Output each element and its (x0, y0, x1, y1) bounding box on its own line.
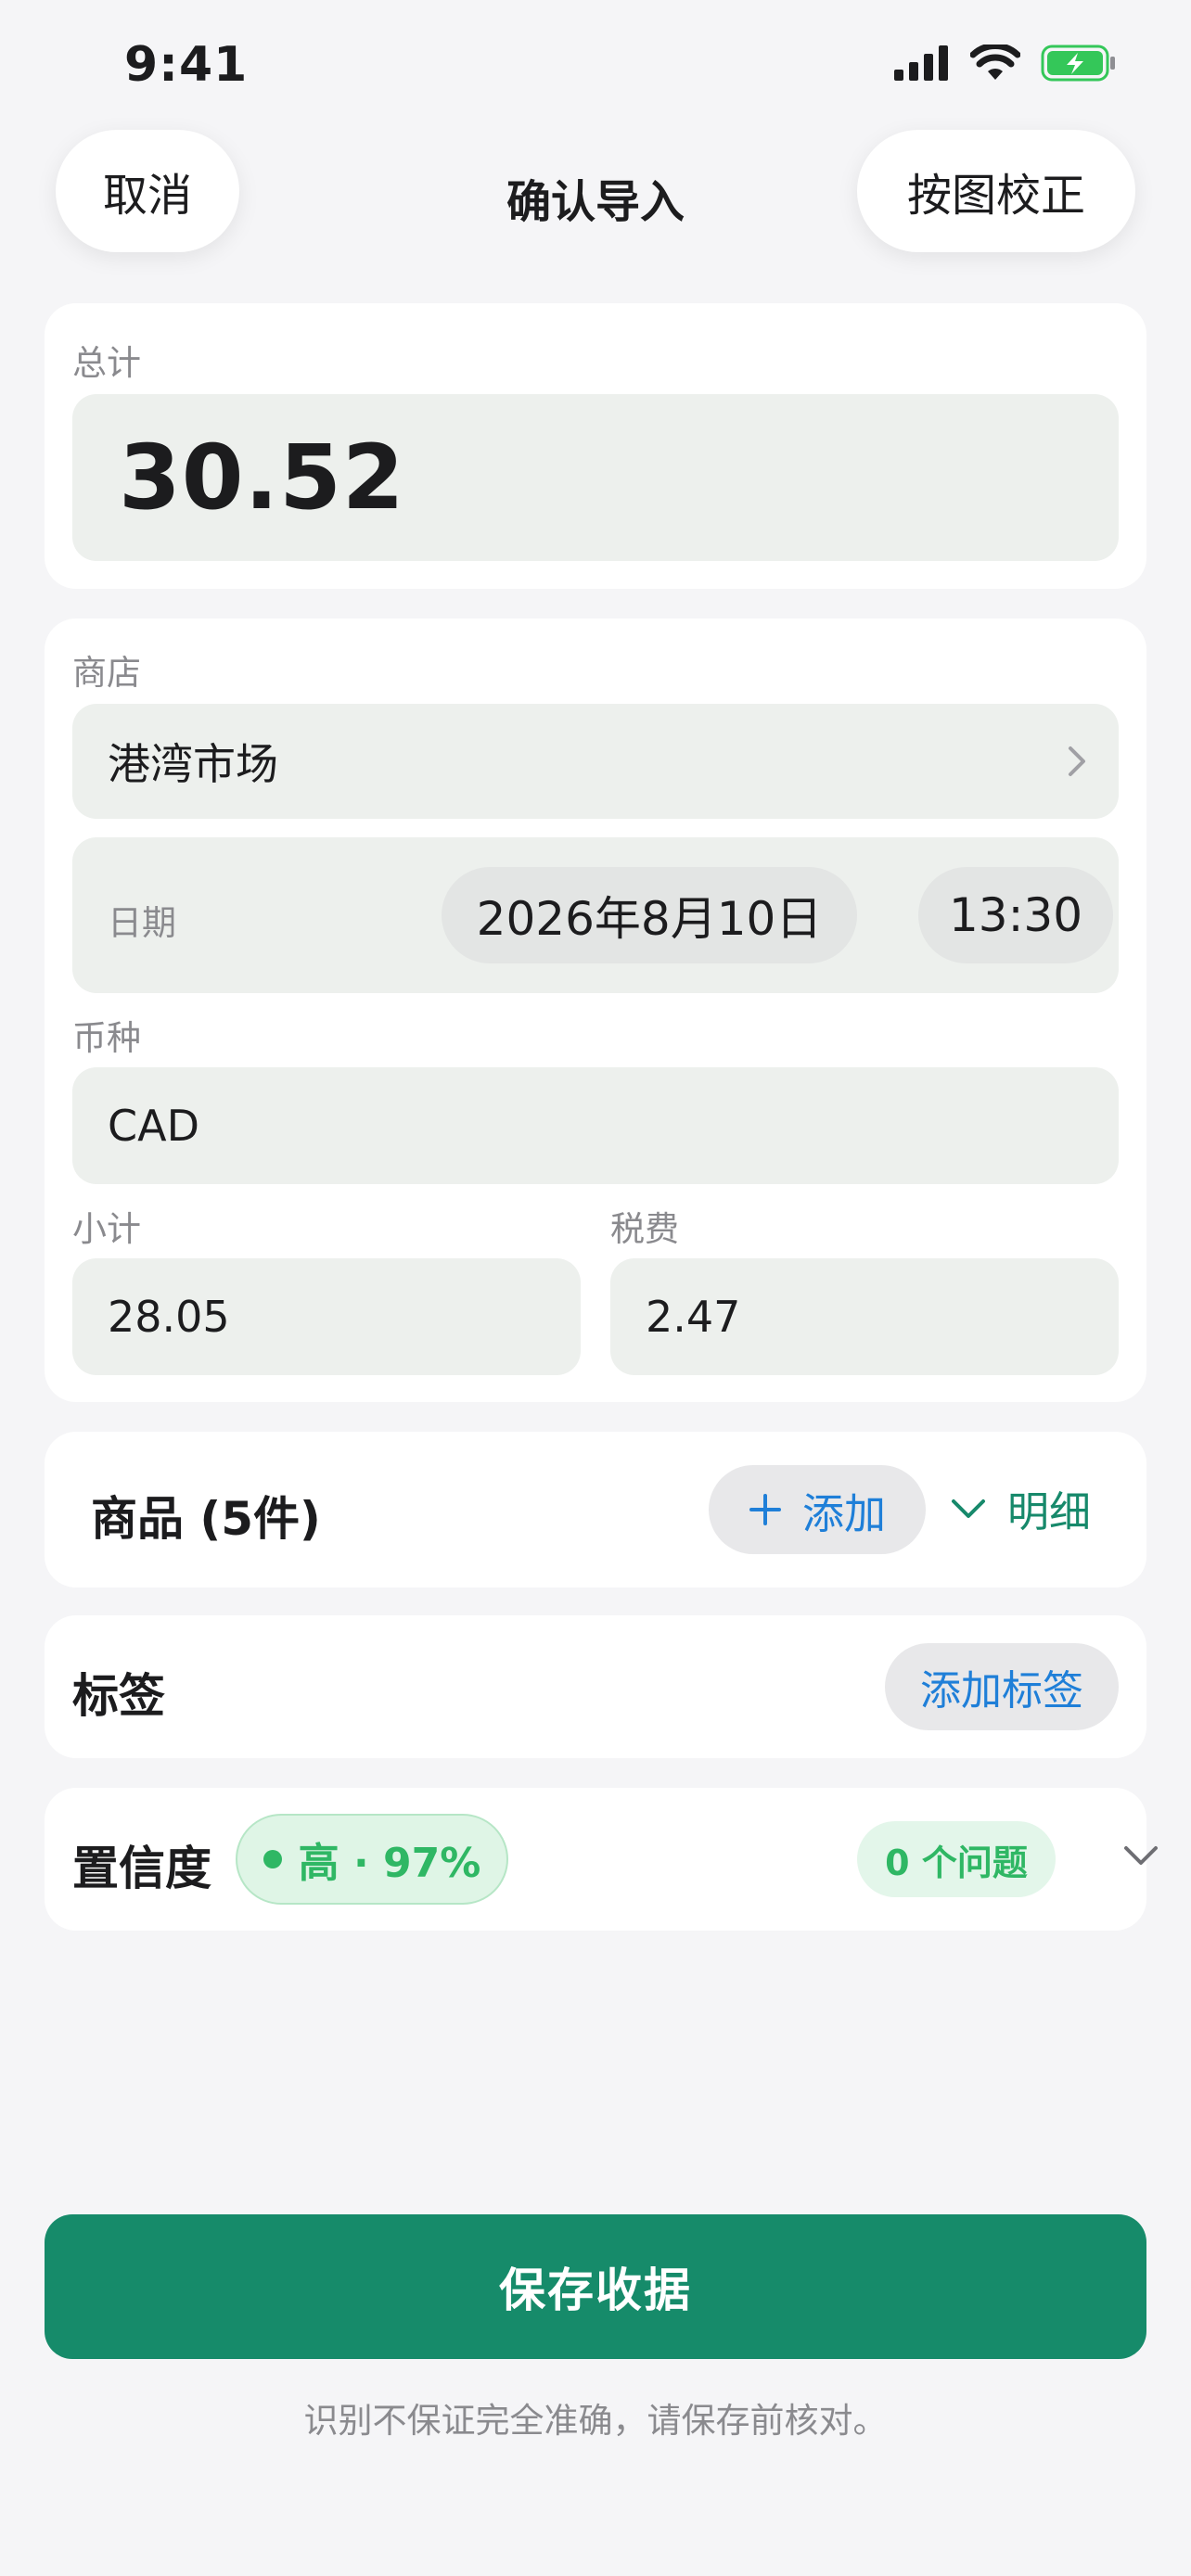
details-label: 明细 (1007, 1487, 1092, 1537)
confidence-card[interactable]: 置信度 高 · 97% 0 个问题 (45, 1788, 1158, 1931)
store-label: 商店 (72, 653, 141, 693)
tax-label: 税费 (610, 1209, 679, 1249)
confidence-level: 高 · 97% (298, 1840, 481, 1887)
tags-card: 标签 添加标签 (45, 1615, 1146, 1758)
add-item-label: 添加 (801, 1488, 886, 1538)
disclaimer-text: 识别不保证完全准确，请保存前核对。 (303, 2401, 888, 2441)
correct-by-image-button[interactable]: 按图校正 (857, 130, 1135, 252)
add-item-button[interactable]: 添加 (709, 1465, 926, 1554)
status-icons (894, 45, 1117, 82)
date-label: 日期 (108, 903, 176, 943)
subtotal-field[interactable]: 28.05 (72, 1258, 581, 1375)
total-field[interactable]: 30.52 (72, 394, 1119, 561)
total-label: 总计 (72, 343, 141, 383)
details-card: 商店 港湾市场 日期 2026年8月10日 13:30 币种 CAD 小计 28… (45, 618, 1146, 1402)
issues-badge: 0 个问题 (857, 1821, 1056, 1897)
currency-label: 币种 (72, 1018, 141, 1058)
currency-field[interactable]: CAD (72, 1067, 1119, 1184)
status-bar: 9:41 (0, 0, 1191, 130)
tax-field[interactable]: 2.47 (610, 1258, 1119, 1375)
chevron-down-icon (952, 1498, 985, 1518)
subtotal-label: 小计 (72, 1209, 141, 1249)
toggle-details-button[interactable]: 明细 (950, 1478, 1091, 1538)
add-tag-button[interactable]: 添加标签 (885, 1643, 1119, 1730)
store-field[interactable]: 港湾市场 (72, 704, 1119, 819)
chevron-right-icon (1069, 746, 1085, 776)
signal-icon (894, 45, 948, 81)
time-picker[interactable]: 13:30 (918, 867, 1113, 963)
tags-title: 标签 (72, 1669, 165, 1723)
store-value: 港湾市场 (108, 739, 278, 789)
items-card: 商品 (5件) 添加 明细 (45, 1432, 1146, 1588)
date-picker[interactable]: 2026年8月10日 (442, 867, 857, 963)
confidence-badge: 高 · 97% (236, 1814, 508, 1905)
status-dot-icon (263, 1850, 282, 1868)
total-card: 总计 30.52 (45, 303, 1146, 589)
save-receipt-button[interactable]: 保存收据 (45, 2214, 1146, 2359)
chevron-down-icon[interactable] (1122, 1843, 1159, 1868)
nav-bar: 取消 确认导入 按图校正 (0, 130, 1191, 255)
total-value: 30.52 (119, 426, 405, 529)
battery-icon (1041, 45, 1115, 82)
tax-value: 2.47 (646, 1292, 741, 1342)
subtotal-value: 28.05 (108, 1292, 230, 1342)
plus-icon (749, 1494, 781, 1525)
date-row: 日期 2026年8月10日 13:30 (72, 837, 1119, 993)
currency-value: CAD (108, 1101, 200, 1151)
confidence-title: 置信度 (72, 1842, 211, 1895)
status-time: 9:41 (124, 37, 249, 93)
items-title: 商品 (5件) (91, 1492, 321, 1546)
wifi-icon (970, 45, 1020, 80)
